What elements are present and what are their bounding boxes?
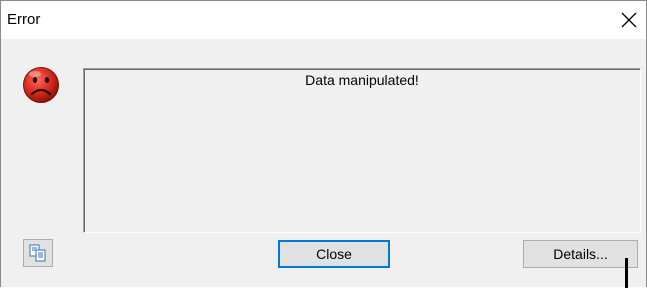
error-dialog: Error Data manipulated! Close Details... bbox=[0, 0, 647, 287]
title-bar: Error bbox=[1, 1, 646, 39]
copy-to-clipboard-icon bbox=[29, 244, 46, 262]
details-button[interactable]: Details... bbox=[523, 240, 638, 268]
dialog-body: Data manipulated! Close Details... bbox=[1, 39, 646, 287]
window-close-button[interactable] bbox=[616, 7, 642, 33]
close-icon bbox=[621, 12, 637, 28]
close-button[interactable]: Close bbox=[278, 240, 390, 268]
text-cursor bbox=[625, 258, 628, 288]
error-message: Data manipulated! bbox=[305, 72, 419, 88]
sad-face-icon bbox=[22, 66, 60, 104]
copy-button[interactable] bbox=[23, 239, 53, 267]
message-panel: Data manipulated! bbox=[83, 68, 641, 233]
window-title: Error bbox=[7, 11, 41, 28]
